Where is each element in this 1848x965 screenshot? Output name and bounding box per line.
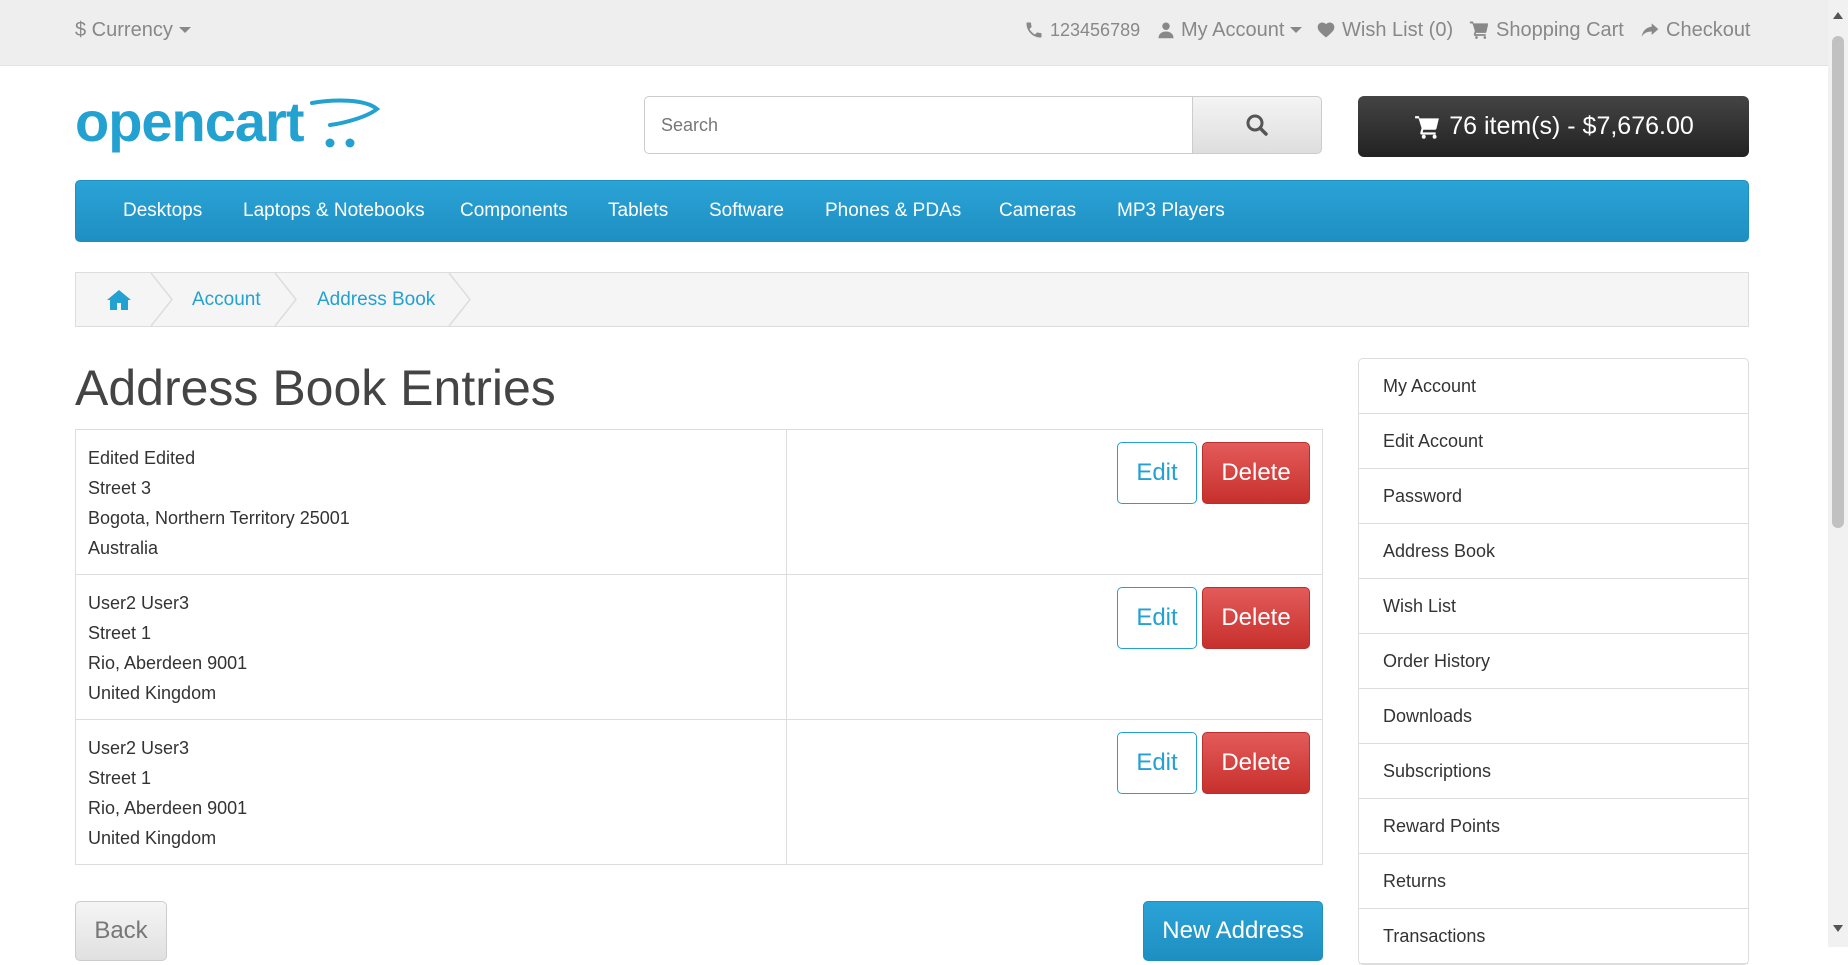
sidebar-item-wish-list[interactable]: Wish List <box>1359 579 1748 634</box>
phone-number: 123456789 <box>1050 19 1141 40</box>
delete-button[interactable]: Delete <box>1202 587 1310 649</box>
address-city: Bogota, Northern Territory 25001 <box>88 508 350 528</box>
user-icon <box>1158 22 1174 39</box>
checkout-link[interactable]: Checkout <box>1640 0 1751 60</box>
nav-item-mp3[interactable]: MP3 Players <box>1117 181 1225 241</box>
cart-icon <box>1415 115 1440 139</box>
address-street: Street 1 <box>88 623 152 643</box>
breadcrumb-separator <box>448 273 471 326</box>
address-name: User2 User3 <box>88 738 190 758</box>
delete-button[interactable]: Delete <box>1202 732 1310 794</box>
phone-icon <box>1026 22 1042 38</box>
breadcrumb-home[interactable] <box>106 273 132 326</box>
search-input[interactable] <box>644 96 1196 154</box>
currency-dropdown[interactable]: $ Currency <box>75 0 191 60</box>
sidebar-item-returns[interactable]: Returns <box>1359 854 1748 909</box>
column-divider <box>786 430 787 574</box>
top-bar: $ Currency 123456789 My Account Wish Lis… <box>0 0 1828 66</box>
nav-item-software[interactable]: Software <box>709 181 784 241</box>
nav-item-desktops[interactable]: Desktops <box>123 181 202 241</box>
edit-button[interactable]: Edit <box>1117 732 1197 794</box>
table-row: User2 User3 Street 1 Rio, Aberdeen 9001 … <box>76 720 1322 864</box>
table-row: Edited Edited Street 3 Bogota, Northern … <box>76 430 1322 575</box>
address-name: User2 User3 <box>88 593 190 613</box>
scroll-down-arrow-icon[interactable] <box>1833 925 1843 932</box>
sidebar-item-order-history[interactable]: Order History <box>1359 634 1748 689</box>
my-account-dropdown[interactable]: My Account <box>1157 0 1303 60</box>
cart-summary-button[interactable]: 76 item(s) - $7,676.00 <box>1358 96 1749 157</box>
wish-list-link[interactable]: Wish List (0) <box>1316 0 1453 60</box>
address-country: Australia <box>88 538 159 558</box>
address-text: User2 User3 Street 1 Rio, Aberdeen 9001 … <box>88 733 247 853</box>
address-table: Edited Edited Street 3 Bogota, Northern … <box>75 429 1323 865</box>
sidebar-item-address-book[interactable]: Address Book <box>1359 524 1748 579</box>
address-country: United Kingdom <box>88 828 217 848</box>
address-text: Edited Edited Street 3 Bogota, Northern … <box>88 443 350 563</box>
account-sidebar: My Account Edit Account Password Address… <box>1358 358 1749 965</box>
edit-button[interactable]: Edit <box>1117 587 1197 649</box>
address-street: Street 3 <box>88 478 152 498</box>
shopping-cart-link[interactable]: Shopping Cart <box>1468 0 1624 60</box>
sidebar-item-password[interactable]: Password <box>1359 469 1748 524</box>
currency-label: $ Currency <box>75 18 173 41</box>
address-city: Rio, Aberdeen 9001 <box>88 798 248 818</box>
logo-graphic: opencart <box>75 90 381 153</box>
cart-icon <box>1469 21 1489 39</box>
sidebar-item-edit-account[interactable]: Edit Account <box>1359 414 1748 469</box>
breadcrumb-separator <box>274 273 297 326</box>
edit-button[interactable]: Edit <box>1117 442 1197 504</box>
breadcrumb-address-book[interactable]: Address Book <box>317 273 435 326</box>
address-street: Street 1 <box>88 768 152 788</box>
sidebar-item-reward-points[interactable]: Reward Points <box>1359 799 1748 854</box>
back-button[interactable]: Back <box>75 901 167 961</box>
breadcrumb-account[interactable]: Account <box>192 273 261 326</box>
sidebar-item-downloads[interactable]: Downloads <box>1359 689 1748 744</box>
column-divider <box>786 575 787 719</box>
table-row: User2 User3 Street 1 Rio, Aberdeen 9001 … <box>76 575 1322 720</box>
sidebar-item-my-account[interactable]: My Account <box>1359 359 1748 414</box>
checkout-label: Checkout <box>1666 18 1751 41</box>
heart-icon <box>1317 22 1335 38</box>
chevron-down-icon <box>1290 27 1303 33</box>
share-icon <box>1641 23 1659 37</box>
nav-item-phones[interactable]: Phones & PDAs <box>825 181 961 241</box>
main-nav: Desktops Laptops & Notebooks Components … <box>75 180 1749 242</box>
address-country: United Kingdom <box>88 683 217 703</box>
nav-item-tablets[interactable]: Tablets <box>608 181 668 241</box>
new-address-button[interactable]: New Address <box>1143 901 1323 961</box>
nav-item-cameras[interactable]: Cameras <box>999 181 1076 241</box>
breadcrumb: Account Address Book <box>75 272 1749 327</box>
sidebar-item-subscriptions[interactable]: Subscriptions <box>1359 744 1748 799</box>
shopping-cart-label: Shopping Cart <box>1496 18 1624 41</box>
logo-text: opencart <box>75 95 304 153</box>
home-icon <box>107 289 131 310</box>
chevron-down-icon <box>178 27 191 33</box>
address-name: Edited Edited <box>88 448 196 468</box>
address-text: User2 User3 Street 1 Rio, Aberdeen 9001 … <box>88 588 247 708</box>
search-button[interactable] <box>1192 96 1322 154</box>
wish-list-label: Wish List (0) <box>1342 18 1454 41</box>
page-title: Address Book Entries <box>75 360 556 416</box>
scrollbar-thumb[interactable] <box>1832 36 1844 528</box>
search-icon <box>1246 114 1268 136</box>
my-account-label: My Account <box>1181 18 1285 41</box>
cart-summary-label: 76 item(s) - $7,676.00 <box>1449 112 1694 140</box>
nav-item-components[interactable]: Components <box>460 181 568 241</box>
vertical-scrollbar[interactable] <box>1828 0 1848 947</box>
address-city: Rio, Aberdeen 9001 <box>88 653 248 673</box>
phone-link[interactable]: 123456789 <box>1024 0 1140 60</box>
sidebar-item-transactions[interactable]: Transactions <box>1359 909 1748 964</box>
nav-item-laptops[interactable]: Laptops & Notebooks <box>243 181 425 241</box>
breadcrumb-separator <box>150 273 173 326</box>
scroll-up-arrow-icon[interactable] <box>1833 12 1843 19</box>
logo[interactable]: opencart <box>75 90 385 160</box>
delete-button[interactable]: Delete <box>1202 442 1310 504</box>
column-divider <box>786 720 787 864</box>
